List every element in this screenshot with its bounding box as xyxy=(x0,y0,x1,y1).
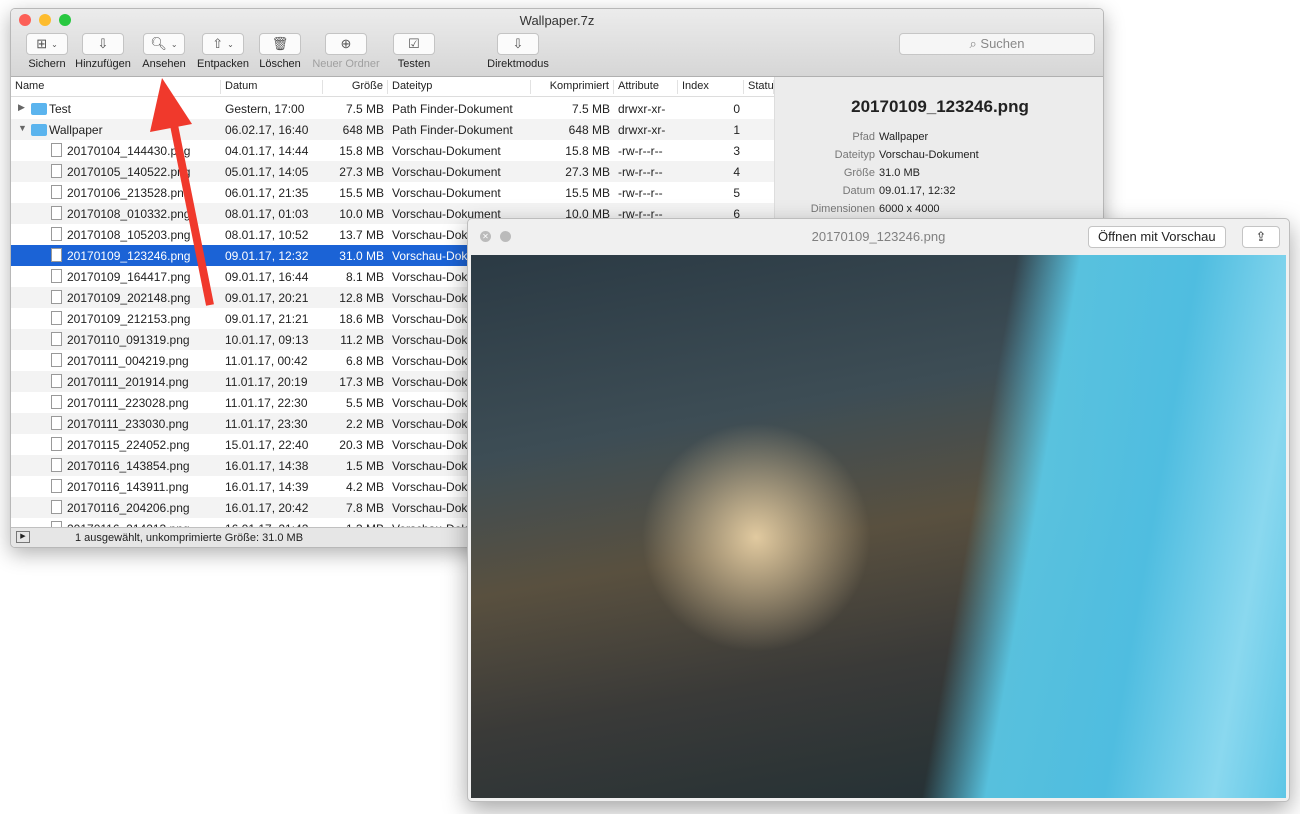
share-button[interactable]: ⇪ xyxy=(1242,226,1280,248)
share-icon: ⇪ xyxy=(1255,229,1267,244)
open-with-preview-button[interactable]: Öffnen mit Vorschau xyxy=(1088,226,1226,248)
quicklook-window: ✕ 20170109_123246.png Öffnen mit Vorscha… xyxy=(467,218,1290,802)
preview-image xyxy=(471,255,1286,798)
